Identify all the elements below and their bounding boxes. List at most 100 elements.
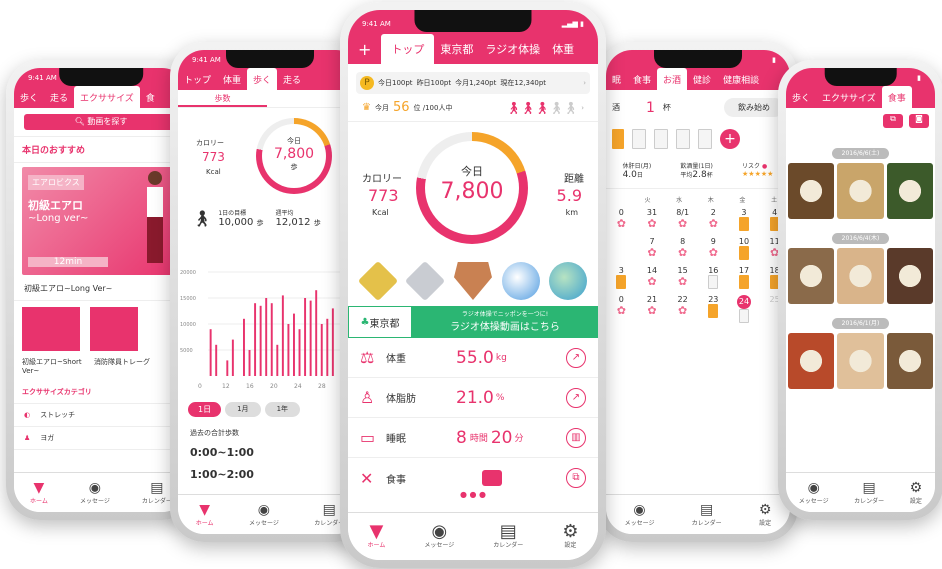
calorie-unit: Kcal <box>372 208 389 217</box>
tab-walk[interactable]: 歩く <box>247 68 278 90</box>
copy-icon[interactable]: ⧉ <box>883 114 903 128</box>
calendar-day[interactable]: 14 ✿ <box>641 266 663 291</box>
tab-sleep[interactable]: 眠 <box>606 73 627 86</box>
nav-calendar[interactable]: ▤ カレンダー <box>493 523 523 550</box>
nav-message[interactable]: ◉ メッセージ <box>424 523 454 550</box>
tab-weight[interactable]: 体重 <box>217 73 247 86</box>
help-icon[interactable]: ● <box>762 163 767 170</box>
search-video-button[interactable]: 🔍︎ 動画を探す <box>24 114 178 130</box>
tab-tokyo[interactable]: 東京都 <box>434 41 479 57</box>
nav-message[interactable]: ◉ メッセージ <box>80 480 110 505</box>
nav-home[interactable]: ▼ ホーム <box>30 480 48 505</box>
nav-calendar[interactable]: ▤ カレンダー <box>142 480 172 505</box>
metric-row-bodyfat[interactable]: ♙ 体脂肪 21.0 % ↗ <box>348 378 598 418</box>
tab-weight[interactable]: 体重 <box>546 41 580 57</box>
calendar-day[interactable]: 21 ✿ <box>641 295 663 325</box>
calendar-day[interactable]: 0 ✿ <box>610 208 632 233</box>
copy-icon[interactable]: ⧉ <box>566 468 586 488</box>
calendar-day[interactable]: 22 ✿ <box>672 295 694 325</box>
nav-calendar[interactable]: ▤ カレンダー <box>854 480 884 505</box>
tab-exercise[interactable]: エクササイズ <box>74 86 140 108</box>
nav-home[interactable]: ▼ ホーム <box>196 502 214 527</box>
tab-meal[interactable]: 食事 <box>627 73 657 86</box>
meal-photo[interactable] <box>886 333 933 389</box>
tab-meal[interactable]: 食 <box>140 91 161 104</box>
tab-meal[interactable]: 食事 <box>881 86 912 108</box>
tab-exercise[interactable]: エクササイズ <box>816 91 882 104</box>
tab-run[interactable]: 走る <box>44 91 74 104</box>
radio-exercise-banner[interactable]: ♣ 東京都 ラジオ体操でニッポンを一つに! ラジオ体操動画はこちら <box>348 306 598 338</box>
tab-consult[interactable]: 健康相談 <box>717 73 765 86</box>
nav-home[interactable]: ▼ ホーム <box>368 523 386 550</box>
mountain-badge-icon[interactable] <box>501 262 540 300</box>
range-day[interactable]: 1日 <box>188 402 222 417</box>
nav-settings[interactable]: ⚙ 設定 <box>759 502 772 527</box>
today-steps: 7,800 <box>440 179 504 204</box>
tab-top[interactable]: トップ <box>381 34 435 64</box>
calendar-day[interactable] <box>610 237 632 262</box>
meal-photo[interactable] <box>837 333 884 389</box>
calendar-day[interactable]: 2 ✿ <box>702 208 724 233</box>
tab-checkup[interactable]: 健診 <box>687 73 717 86</box>
featured-video[interactable]: エアロビクス 初級エアロ ~Long ver~ 12min <box>22 167 180 275</box>
metric-row-sleep[interactable]: ▭ 睡眠 8 時間 20 分 ▥ <box>348 418 598 458</box>
thumbnail-fire[interactable] <box>90 307 138 351</box>
subtab-steps[interactable]: 歩数 <box>178 90 267 107</box>
camera-icon[interactable]: ◙ <box>909 114 929 128</box>
points-bar[interactable]: P 今日100pt 昨日100pt 今月1,240pt 現在12,340pt › <box>356 72 590 94</box>
calendar-day[interactable]: 8/1 ✿ <box>672 208 694 233</box>
chart-icon[interactable]: ↗ <box>566 387 586 408</box>
calendar-day[interactable]: 16 <box>702 266 724 291</box>
calendar-day[interactable]: 23 <box>702 295 724 325</box>
calendar-day[interactable]: 24 <box>733 295 755 325</box>
bar-chart-icon[interactable]: ▥ <box>566 427 586 448</box>
tab-alcohol[interactable]: お酒 <box>657 68 688 90</box>
calorie-unit: Kcal <box>206 168 221 176</box>
category-stretch[interactable]: ◐ ストレッチ <box>14 404 188 427</box>
gold-badge-icon[interactable] <box>357 260 398 302</box>
tab-run[interactable]: 走る <box>277 73 307 86</box>
calendar-day[interactable]: 7 ✿ <box>641 237 663 262</box>
calendar-day[interactable]: 3 <box>610 266 632 291</box>
bronze-badge-icon[interactable] <box>453 262 492 300</box>
nav-message[interactable]: ◉ メッセージ <box>625 502 655 527</box>
add-button[interactable]: + <box>348 40 381 59</box>
range-month[interactable]: 1月 <box>225 402 261 417</box>
calendar-day[interactable]: 3 <box>733 208 755 233</box>
metric-row-weight[interactable]: ⚖ 体重 55.0 kg ↗ <box>348 338 598 378</box>
calendar-day[interactable]: 15 ✿ <box>672 266 694 291</box>
meal-photo[interactable] <box>886 248 933 304</box>
meal-photo[interactable] <box>788 333 835 389</box>
camera-icon[interactable] <box>482 470 502 486</box>
silver-badge-icon[interactable] <box>405 260 446 302</box>
tab-walk[interactable]: 歩く <box>786 91 816 104</box>
meal-photo[interactable] <box>788 163 835 219</box>
thumbnail-short[interactable] <box>22 307 80 351</box>
nav-message[interactable]: ◉ メッセージ <box>799 480 829 505</box>
calendar-day[interactable]: 10 <box>733 237 755 262</box>
start-drinking-button[interactable]: 飲み始め <box>724 98 784 117</box>
nav-message[interactable]: ◉ メッセージ <box>249 502 279 527</box>
ranking-row[interactable]: ♛ 今月 56 位 /100人中 🚶︎🚶︎🚶︎🚶︎🚶︎ › <box>348 94 598 122</box>
chart-icon[interactable]: ↗ <box>566 347 586 368</box>
nav-label: カレンダー <box>141 498 172 505</box>
tab-top[interactable]: トップ <box>178 73 217 86</box>
nav-settings[interactable]: ⚙ 設定 <box>910 480 923 505</box>
calendar-day[interactable]: 0 ✿ <box>610 295 632 325</box>
category-yoga[interactable]: ♟ ヨガ <box>14 427 188 450</box>
calendar-day[interactable]: 31 ✿ <box>641 208 663 233</box>
globe-badge-icon[interactable] <box>549 262 588 300</box>
range-year[interactable]: 1年 <box>264 402 301 417</box>
nav-calendar[interactable]: ▤ カレンダー <box>692 502 722 527</box>
calendar-day[interactable]: 17 <box>733 266 755 291</box>
tab-walk[interactable]: 歩く <box>14 91 44 104</box>
meal-photo[interactable] <box>837 248 884 304</box>
add-drink-button[interactable]: + <box>720 129 740 149</box>
calendar-day[interactable]: 9 ✿ <box>702 237 724 262</box>
meal-photo[interactable] <box>886 163 933 219</box>
nav-settings[interactable]: ⚙ 設定 <box>562 523 578 550</box>
meal-photo[interactable] <box>788 248 835 304</box>
tab-radio-exercise[interactable]: ラジオ体操 <box>479 41 546 57</box>
calendar-day[interactable]: 8 ✿ <box>672 237 694 262</box>
meal-photo[interactable] <box>837 163 884 219</box>
